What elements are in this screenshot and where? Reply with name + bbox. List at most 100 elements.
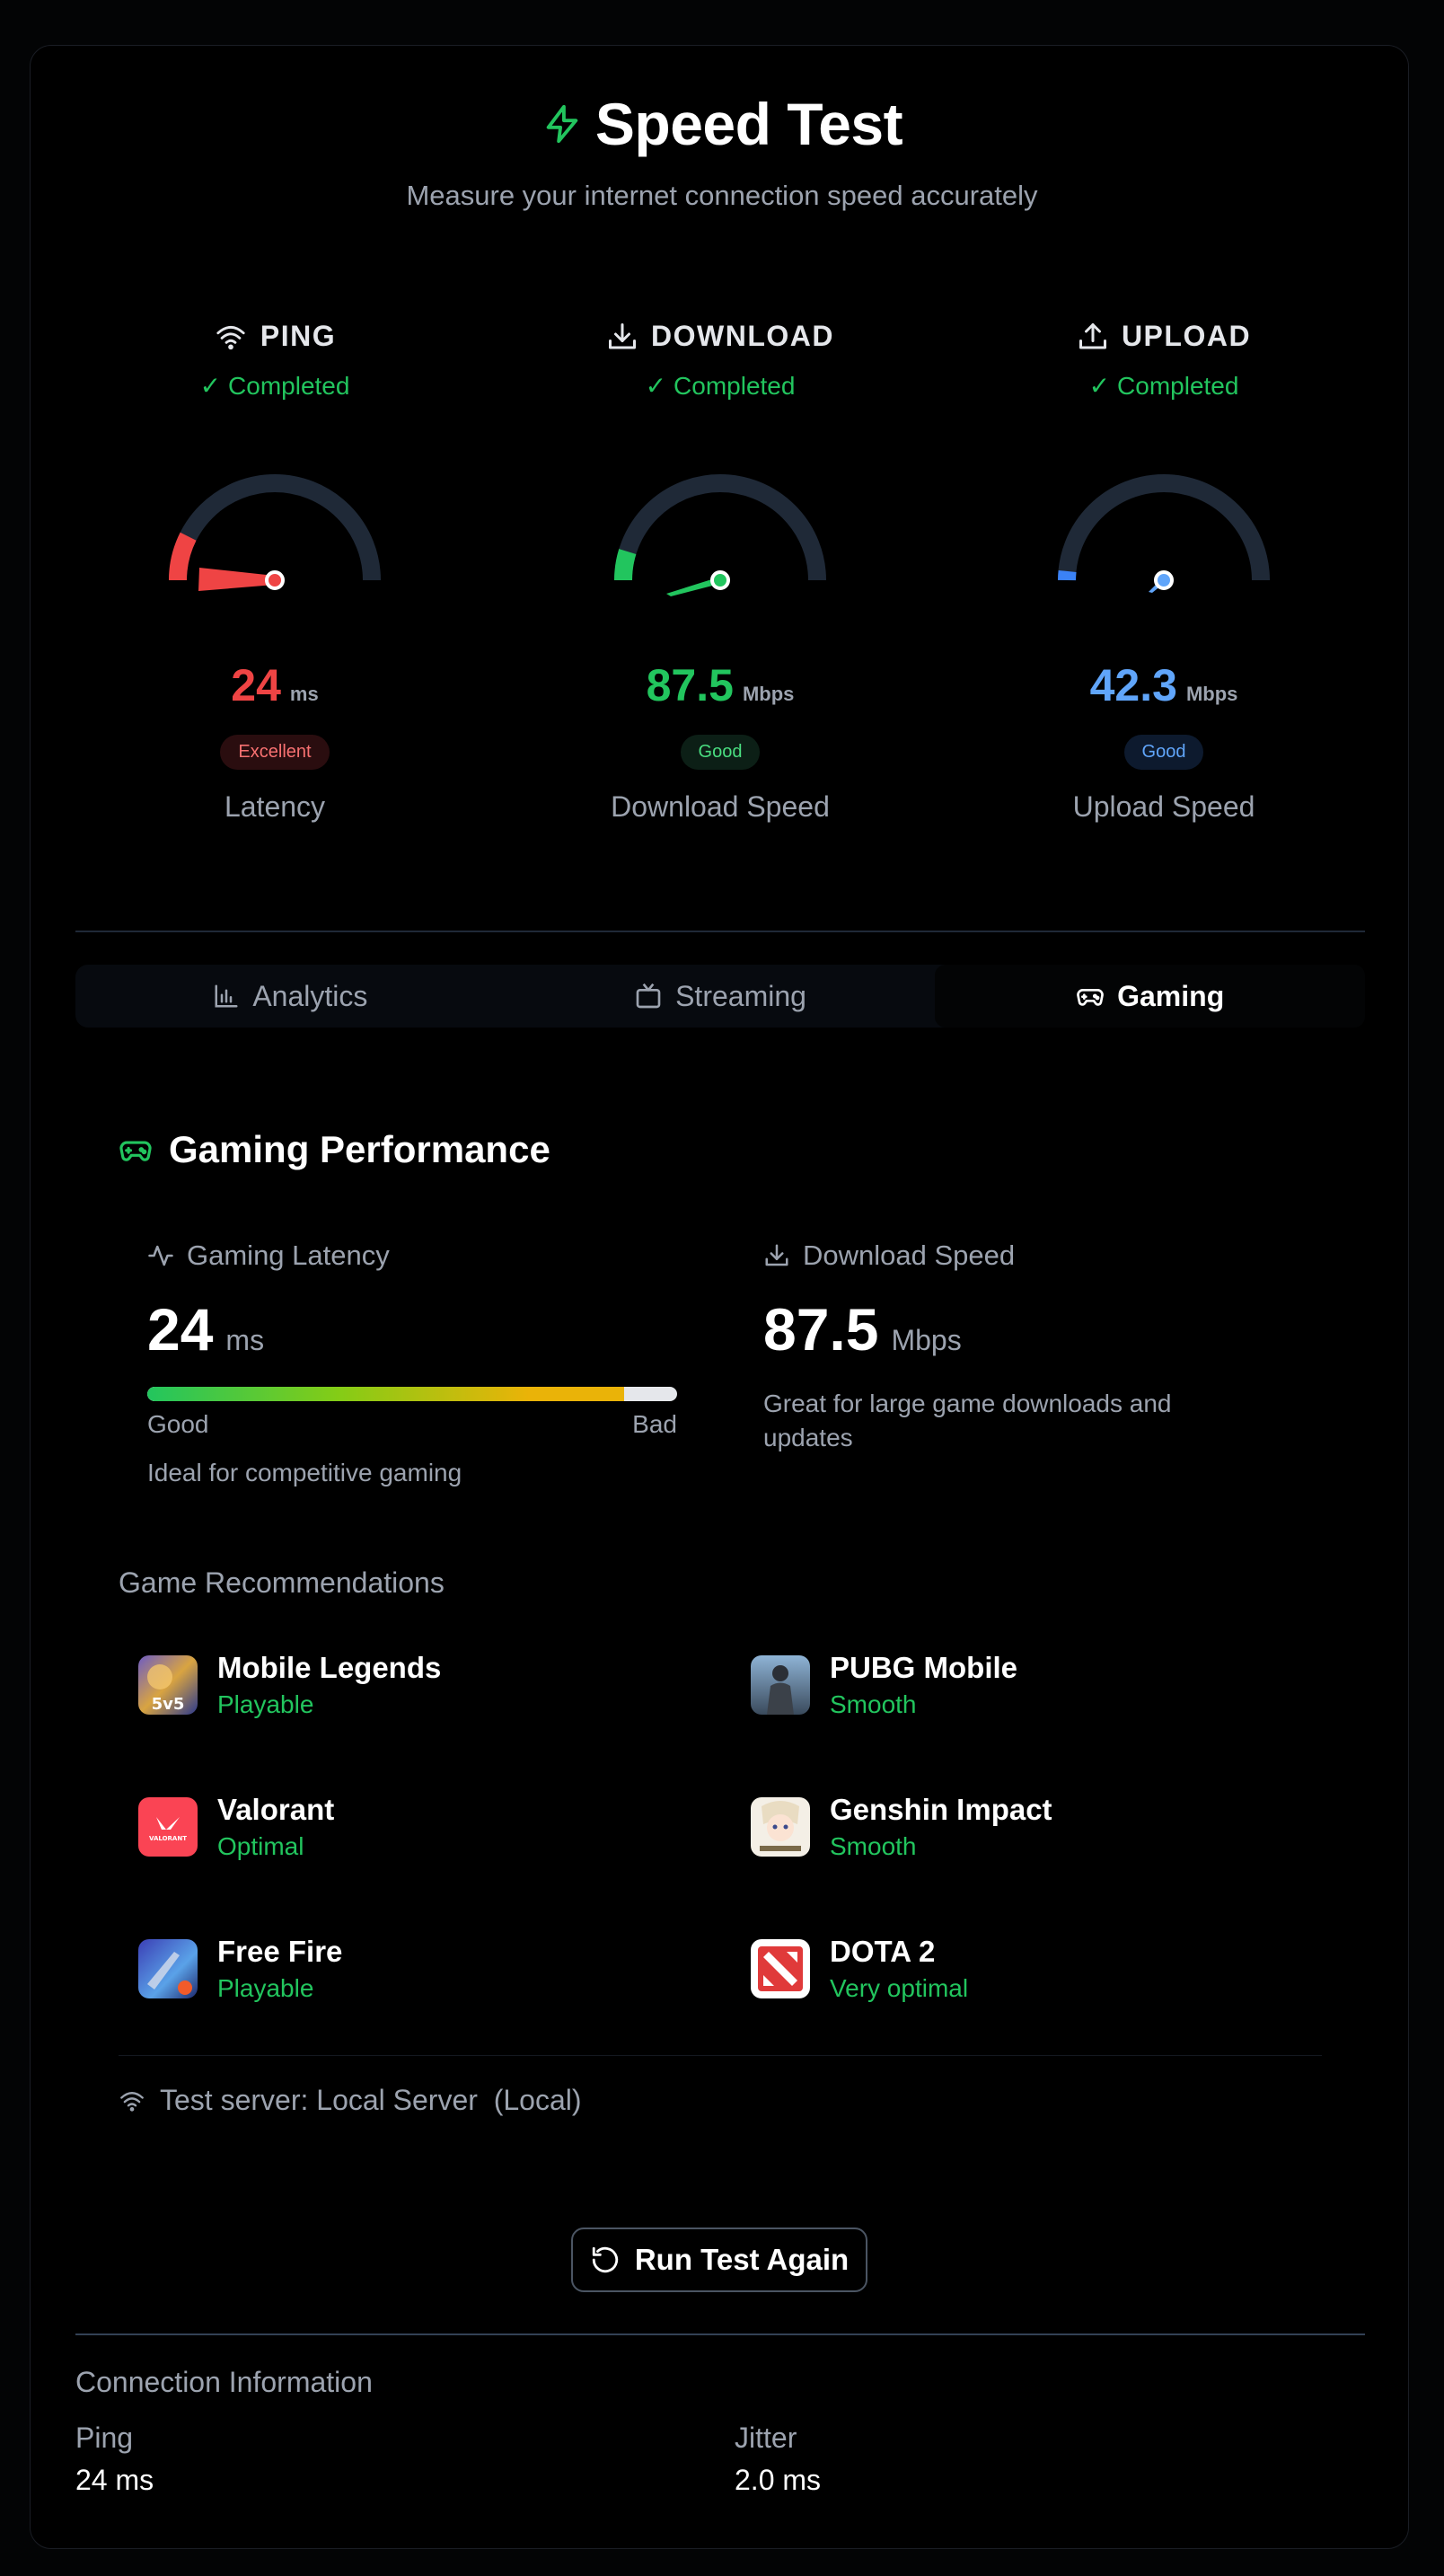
game-item-valorant: VALORANT Valorant Optimal — [138, 1791, 641, 1863]
gaming-download-value: 87.5 — [763, 1296, 879, 1363]
upload-value: 42.3 — [1089, 660, 1177, 710]
latency-note: Ideal for competitive gaming — [147, 1459, 462, 1486]
game-status: Smooth — [830, 1690, 917, 1718]
run-test-again-label: Run Test Again — [634, 2243, 850, 2276]
gaming-title: Gaming Performance — [169, 1128, 550, 1170]
ping-heading: PING — [260, 320, 337, 352]
download-icon — [609, 322, 637, 348]
upload-badge: Good — [1123, 735, 1204, 770]
divider — [75, 931, 1365, 932]
bar-chart-icon — [215, 984, 238, 1008]
free-fire-icon — [138, 1939, 198, 1998]
bar-bad-label: Bad — [632, 1410, 677, 1438]
refresh-icon — [592, 2246, 618, 2273]
tab-gaming-label: Gaming — [1117, 979, 1225, 1012]
game-status: Smooth — [830, 1832, 917, 1860]
ping-status: Completed — [228, 371, 350, 400]
game-name: Genshin Impact — [830, 1793, 1052, 1826]
game-item-pubg-mobile: PUBG Mobile Smooth — [751, 1649, 1254, 1721]
test-server-info: Test server: Local Server (Local) — [119, 2084, 582, 2117]
gamepad-icon — [119, 1141, 152, 1161]
ping-value: 24 — [231, 660, 281, 710]
divider — [119, 2055, 1322, 2056]
valorant-icon: VALORANT — [138, 1797, 198, 1857]
game-name: Mobile Legends — [217, 1651, 442, 1684]
tab-analytics[interactable]: Analytics — [75, 965, 506, 1028]
page-title: Speed Test — [594, 91, 903, 157]
page-header: Speed Test — [0, 90, 1444, 158]
game-item-free-fire: Free Fire Playable — [138, 1933, 641, 2005]
check-icon: ✓ — [645, 372, 667, 400]
gaming-latency-stat: Gaming Latency 24 ms Good Bad Ideal for … — [147, 1239, 686, 1486]
upload-gauge — [1058, 474, 1270, 593]
activity-icon — [148, 1245, 173, 1266]
game-status: Playable — [217, 1690, 314, 1718]
connection-ping: Ping 24 ms — [75, 2422, 154, 2497]
connection-jitter-key: Jitter — [735, 2422, 797, 2454]
gaming-latency-label: Gaming Latency — [187, 1239, 390, 1271]
gaming-download-stat: Download Speed 87.5 Mbps Great for large… — [763, 1239, 1266, 1451]
game-name: Valorant — [217, 1793, 335, 1826]
wifi-icon — [120, 2091, 144, 2112]
game-name: DOTA 2 — [830, 1935, 936, 1968]
gaming-download-unit: Mbps — [891, 1324, 962, 1356]
lightning-icon — [546, 104, 578, 144]
test-server-label: Test server: Local Server (Local) — [160, 2084, 582, 2116]
game-item-genshin-impact: Genshin Impact Smooth — [751, 1791, 1254, 1863]
tab-gaming[interactable]: Gaming — [935, 965, 1366, 1028]
game-recommendations-title: Game Recommendations — [119, 1566, 445, 1599]
download-heading: DOWNLOAD — [651, 320, 834, 352]
connection-jitter: Jitter 2.0 ms — [735, 2422, 821, 2497]
connection-ping-key: Ping — [75, 2422, 134, 2454]
download-status: Completed — [674, 371, 796, 400]
connection-jitter-value: 2.0 ms — [735, 2464, 822, 2496]
download-label: Download Speed — [611, 790, 830, 823]
game-status: Optimal — [217, 1832, 304, 1860]
gaming-latency-unit: ms — [225, 1324, 265, 1356]
upload-status: Completed — [1117, 371, 1239, 400]
game-status: Very optimal — [830, 1974, 969, 2002]
ping-gauge — [168, 474, 381, 591]
run-test-again-button[interactable]: Run Test Again — [571, 2228, 867, 2292]
download-gauge — [613, 474, 826, 596]
tab-analytics-label: Analytics — [252, 979, 368, 1012]
svg-text:5v5: 5v5 — [152, 1695, 185, 1714]
download-note: Great for large game downloads and updat… — [763, 1389, 1172, 1451]
game-name: Free Fire — [217, 1935, 343, 1968]
download-badge: Good — [680, 735, 761, 770]
latency-quality-fill — [147, 1387, 624, 1401]
gaming-section-title: Gaming Performance — [119, 1128, 550, 1171]
bar-good-label: Good — [147, 1410, 209, 1438]
gaming-download-label: Download Speed — [803, 1239, 1016, 1271]
divider — [75, 2333, 1365, 2335]
page-subtitle: Measure your internet connection speed a… — [406, 180, 1038, 211]
game-item-dota-2: DOTA 2 Very optimal — [751, 1933, 1254, 2005]
gaming-latency-value: 24 — [147, 1296, 214, 1363]
download-unit: Mbps — [742, 683, 795, 705]
upload-unit: Mbps — [1185, 683, 1238, 705]
svg-text:VALORANT: VALORANT — [149, 1835, 187, 1842]
upload-label: Upload Speed — [1072, 790, 1255, 823]
game-status: Playable — [217, 1974, 314, 2002]
game-item-mobile-legends: 5v5 Mobile Legends Playable — [138, 1649, 641, 1721]
upload-heading: UPLOAD — [1121, 320, 1252, 352]
mobile-legends-icon: 5v5 — [138, 1655, 198, 1715]
result-tabs: Analytics Streaming Gaming — [75, 965, 1366, 1028]
genshin-impact-icon — [751, 1797, 810, 1857]
tab-streaming[interactable]: Streaming — [506, 965, 936, 1028]
ping-unit: ms — [289, 683, 319, 705]
dota-2-icon — [751, 1939, 810, 1998]
ping-label: Latency — [224, 790, 326, 823]
download-value: 87.5 — [646, 660, 734, 710]
connection-info-title: Connection Information — [75, 2366, 373, 2398]
upload-icon — [1079, 322, 1106, 348]
pubg-mobile-icon — [751, 1655, 810, 1715]
tv-icon — [636, 983, 661, 1009]
latency-quality-bar — [147, 1387, 677, 1401]
download-metric: DOWNLOAD ✓ Completed 87.5 Mbps Good Down… — [541, 320, 900, 823]
download-icon — [765, 1244, 788, 1266]
ping-badge: Excellent — [220, 735, 330, 770]
ping-metric: PING ✓ Completed 24 ms Excellent Latency — [95, 320, 454, 823]
check-icon: ✓ — [199, 372, 222, 400]
game-name: PUBG Mobile — [830, 1651, 1018, 1684]
